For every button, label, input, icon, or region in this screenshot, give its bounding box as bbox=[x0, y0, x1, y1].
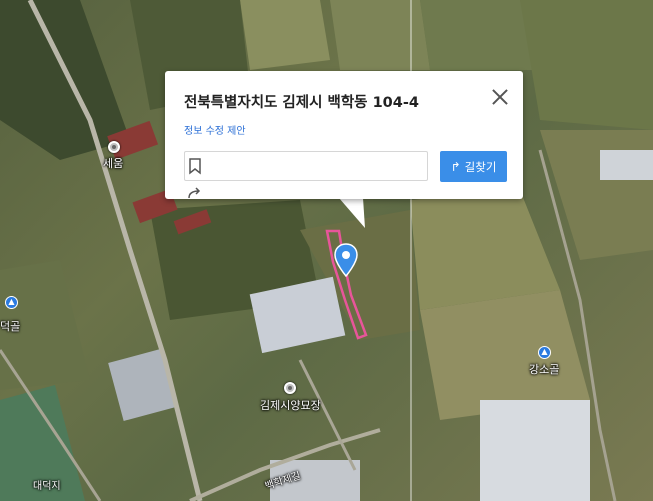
poi-marker-icon[interactable] bbox=[108, 141, 120, 153]
poi-label[interactable]: 세움 bbox=[103, 155, 123, 171]
directions-label: 길찾기 bbox=[464, 159, 497, 174]
satellite-map[interactable]: 세움 김제시양묘장 ▲ 덕골 ▲ 강소골 대덕지 백학제길 전북특별자치도 김제… bbox=[0, 0, 653, 501]
directions-button[interactable]: ↱ 길찾기 bbox=[440, 151, 507, 182]
location-pin-icon[interactable] bbox=[334, 243, 358, 277]
bookmark-icon[interactable] bbox=[185, 156, 205, 176]
poi-marker-icon[interactable] bbox=[284, 382, 296, 394]
area-label: 대덕지 bbox=[33, 481, 61, 492]
close-icon[interactable] bbox=[491, 88, 509, 106]
edit-suggestion-link[interactable]: 정보 수정 제안 bbox=[184, 122, 246, 137]
share-icon[interactable] bbox=[185, 184, 205, 204]
mountain-icon[interactable]: ▲ bbox=[538, 346, 551, 359]
popup-title: 전북특별자치도 김제시 백학동 104-4 bbox=[184, 95, 419, 111]
directions-icon: ↱ bbox=[450, 159, 461, 174]
popup-action-box bbox=[184, 151, 428, 199]
peak-label[interactable]: 강소골 bbox=[529, 361, 559, 377]
address-popup: 전북특별자치도 김제시 백학동 104-4 정보 수정 제안 ↱ 길찾기 bbox=[165, 71, 523, 199]
peak-label[interactable]: 덕골 bbox=[0, 318, 20, 334]
poi-label[interactable]: 김제시양묘장 bbox=[260, 397, 321, 413]
mountain-icon[interactable]: ▲ bbox=[5, 296, 18, 309]
